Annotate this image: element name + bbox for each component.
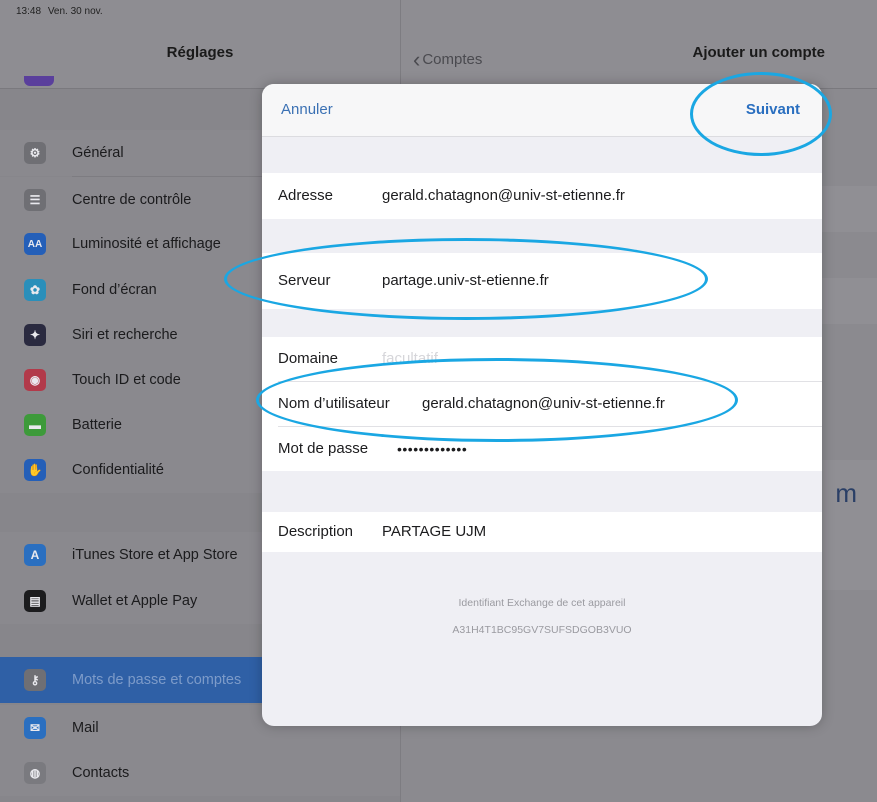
device-id: A31H4T1BC95GV7SUFSDGOB3VUO <box>452 624 632 636</box>
hand-icon: ✋ <box>24 459 46 481</box>
settings-item-label: Contacts <box>72 765 130 781</box>
description-label: Description <box>278 523 354 540</box>
settings-item-label: Wallet et Apple Pay <box>72 593 198 609</box>
appstore-icon: A <box>24 544 46 566</box>
cancel-button[interactable]: Annuler <box>281 101 333 118</box>
wallpaper-icon: ✿ <box>24 279 46 301</box>
contacts-icon: ◍ <box>24 762 46 784</box>
status-time: 13:48 <box>16 6 42 17</box>
accounts-title: Ajouter un compte <box>692 44 825 61</box>
settings-item-label: Luminosité et affichage <box>72 236 221 252</box>
highlight-server-ring <box>224 238 708 320</box>
highlight-next-ring <box>690 72 832 156</box>
address-field[interactable]: gerald.chatagnon@univ-st-etienne.fr <box>382 173 625 219</box>
brightness-icon: AA <box>24 233 46 255</box>
partial-text: m <box>835 478 857 508</box>
toggles-icon: ☰ <box>24 189 46 211</box>
settings-item-label: iTunes Store et App Store <box>72 547 238 563</box>
wallet-icon: ▤ <box>24 590 46 612</box>
back-label: Comptes <box>422 51 483 68</box>
siri-icon: ✦ <box>24 324 46 346</box>
description-row[interactable]: Description PARTAGE UJM <box>262 512 822 552</box>
settings-item-label: Batterie <box>72 417 122 433</box>
settings-item-contacts[interactable]: ◍ Contacts <box>0 750 400 796</box>
gear-icon: ⚙ <box>24 142 46 164</box>
highlight-username-ring <box>256 358 738 442</box>
battery-icon: ▬ <box>24 414 46 436</box>
settings-item-label: Touch ID et code <box>72 372 181 388</box>
settings-item-label: Général <box>72 145 124 161</box>
fingerprint-icon: ◉ <box>24 369 46 391</box>
device-id-label: Identifiant Exchange de cet appareil <box>458 597 626 609</box>
partial-icon <box>24 76 54 86</box>
chevron-left-icon: ‹ <box>413 47 421 72</box>
settings-title: Réglages <box>166 44 234 61</box>
key-icon: ⚷ <box>24 669 46 691</box>
description-field[interactable]: PARTAGE UJM <box>382 512 486 552</box>
back-button[interactable]: ‹ Comptes <box>413 44 483 72</box>
address-row[interactable]: Adresse gerald.chatagnon@univ-st-etienne… <box>262 173 822 219</box>
address-label: Adresse <box>278 187 334 204</box>
settings-item-label: Centre de contrôle <box>72 192 192 208</box>
settings-item-label: Mots de passe et comptes <box>72 672 242 688</box>
status-bar: 13:48 Ven. 30 nov. <box>0 0 877 24</box>
settings-item-label: Confidentialité <box>72 462 164 478</box>
settings-item-label: Siri et recherche <box>72 327 178 343</box>
settings-item-label: Fond d’écran <box>72 282 157 298</box>
mail-icon: ✉ <box>24 717 46 739</box>
status-date: Ven. 30 nov. <box>47 6 103 17</box>
settings-item-label: Mail <box>72 720 99 736</box>
